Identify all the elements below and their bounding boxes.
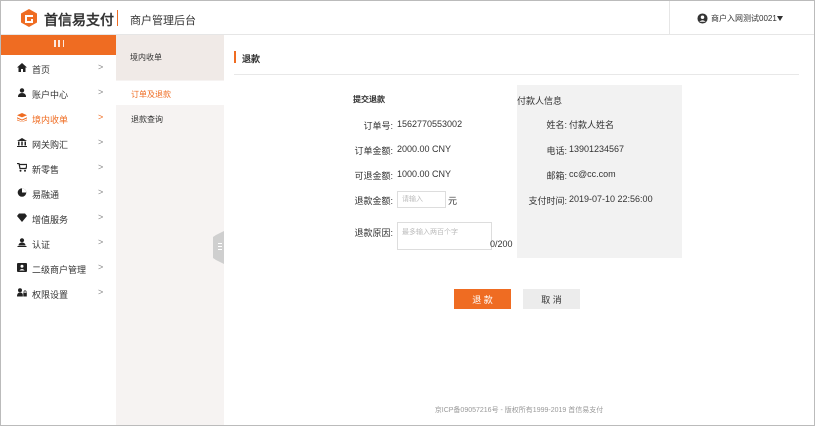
chevron-right-icon: >: [98, 237, 104, 247]
portal-title: 商户管理后台: [130, 15, 196, 27]
refund-reason-input[interactable]: [397, 222, 492, 250]
refundable-value: 1000.00 CNY: [397, 169, 452, 179]
sidebar-item-label: 易融通: [32, 190, 60, 200]
payer-phone-value: 13901234567: [569, 144, 625, 154]
sidebar-item-label: 账户中心: [32, 90, 69, 100]
form-title: 提交退款: [353, 95, 385, 104]
payer-email-label: 邮箱:: [546, 171, 567, 181]
payer-name-value: 付款人姓名: [569, 120, 615, 130]
diamond-icon: [17, 213, 27, 222]
page-title-bar: 退款: [234, 51, 799, 75]
refund-amount-input[interactable]: [397, 191, 446, 208]
sidebar-item-certification[interactable]: 认证 >: [1, 230, 116, 255]
user-menu[interactable]: 商户入网测试0021: [669, 1, 814, 35]
sidebar: 首页 > 账户中心 > 境内收单 > 网关购汇 > 新零售 > 易融通 > 增值…: [1, 35, 116, 425]
permission-icon: [17, 288, 27, 297]
merchant-icon: [17, 263, 27, 272]
user-icon: [18, 88, 26, 97]
sidebar-item-account[interactable]: 账户中心 >: [1, 80, 116, 105]
chevron-right-icon: >: [98, 137, 104, 147]
person-icon: [17, 238, 27, 247]
refund-amount-label: 退款金额:: [354, 196, 393, 206]
cart-icon: [17, 163, 27, 172]
cancel-button[interactable]: 取 消: [523, 289, 580, 309]
sidebar-item-domestic-acquiring[interactable]: 境内收单 >: [1, 105, 116, 130]
subnav-item-label: 退款查询: [131, 115, 163, 124]
sidebar-item-label: 首页: [32, 65, 51, 75]
payer-info-title: 付款人信息: [517, 96, 563, 106]
payer-info-panel: 付款人信息 姓名: 付款人姓名 电话: 13901234567 邮箱: cc@c…: [517, 85, 682, 258]
bank-icon: [17, 138, 27, 147]
sidebar-item-value-added[interactable]: 增值服务 >: [1, 205, 116, 230]
layers-icon: [17, 113, 27, 122]
menu-toggle-button[interactable]: [1, 35, 116, 55]
chevron-right-icon: >: [98, 262, 104, 272]
sidebar-item-label: 权限设置: [32, 290, 69, 300]
sidebar-item-new-retail[interactable]: 新零售 >: [1, 155, 116, 180]
payer-name-label: 姓名:: [546, 120, 567, 130]
sidebar-item-label: 网关购汇: [32, 140, 69, 150]
order-no-label: 订单号:: [363, 121, 393, 131]
brand-logo-icon: [21, 9, 37, 27]
chevron-right-icon: >: [98, 212, 104, 222]
app-window: 首信易支付 商户管理后台 商户入网测试0021 首页 > 账户中心 > 境内收单…: [0, 0, 815, 426]
subnav-item-label: 订单及退款: [131, 90, 171, 99]
sidebar-item-sub-merchant[interactable]: 二级商户管理 >: [1, 255, 116, 280]
brand-name: 首信易支付: [44, 12, 114, 28]
sidebar-item-yirongtong[interactable]: 易融通 >: [1, 180, 116, 205]
collapse-sidebar-icon[interactable]: [213, 231, 224, 264]
top-header: 首信易支付 商户管理后台 商户入网测试0021: [1, 1, 814, 35]
sub-sidebar-title-text: 境内收单: [130, 53, 162, 62]
sidebar-item-gateway-fx[interactable]: 网关购汇 >: [1, 130, 116, 155]
sidebar-item-label: 二级商户管理: [32, 265, 87, 275]
footer-copyright: 京ICP备09057216号 - 版权所有1999-2019 首信易支付: [434, 407, 604, 414]
sidebar-item-label: 境内收单: [32, 115, 69, 125]
currency-unit: 元: [448, 196, 458, 206]
sidebar-item-label: 增值服务: [32, 215, 69, 225]
payer-email-value: cc@cc.com: [569, 169, 616, 179]
sidebar-item-home[interactable]: 首页 >: [1, 55, 116, 80]
chevron-right-icon: >: [98, 62, 104, 72]
menu-bars-icon: [54, 40, 64, 47]
sub-sidebar: 境内收单 订单及退款 退款查询: [116, 35, 224, 425]
account-circle-icon: [697, 13, 708, 24]
chevron-right-icon: >: [98, 187, 104, 197]
subnav-item-refund-query[interactable]: 退款查询: [116, 106, 224, 130]
sidebar-item-label: 新零售: [32, 165, 60, 175]
chevron-right-icon: >: [98, 112, 104, 122]
pie-icon: [17, 188, 27, 197]
title-accent-bar: [234, 51, 236, 63]
caret-down-icon: [777, 16, 783, 21]
refund-reason-label: 退款原因:: [354, 228, 393, 238]
order-amount-value: 2000.00 CNY: [397, 144, 452, 154]
sub-sidebar-title: 境内收单: [116, 35, 224, 80]
order-amount-label: 订单金额:: [354, 146, 393, 156]
subnav-item-orders-refunds[interactable]: 订单及退款: [116, 81, 224, 105]
user-name: 商户入网测试0021: [711, 14, 777, 23]
page-title: 退款: [242, 54, 261, 64]
sidebar-item-permissions[interactable]: 权限设置 >: [1, 280, 116, 305]
header-divider: [117, 10, 118, 26]
chevron-right-icon: >: [98, 162, 104, 172]
chevron-right-icon: >: [98, 87, 104, 97]
payer-phone-label: 电话:: [546, 146, 567, 156]
refund-button[interactable]: 退 款: [454, 289, 511, 309]
payment-time-value: 2019-07-10 22:56:00: [569, 194, 653, 204]
refundable-label: 可退金额:: [354, 171, 393, 181]
order-no-value: 1562770553002: [397, 119, 463, 129]
sidebar-item-label: 认证: [32, 240, 51, 250]
home-icon: [17, 63, 27, 72]
payment-time-label: 支付时间:: [528, 196, 567, 206]
chevron-right-icon: >: [98, 287, 104, 297]
reason-char-count: 0/200: [490, 239, 513, 249]
